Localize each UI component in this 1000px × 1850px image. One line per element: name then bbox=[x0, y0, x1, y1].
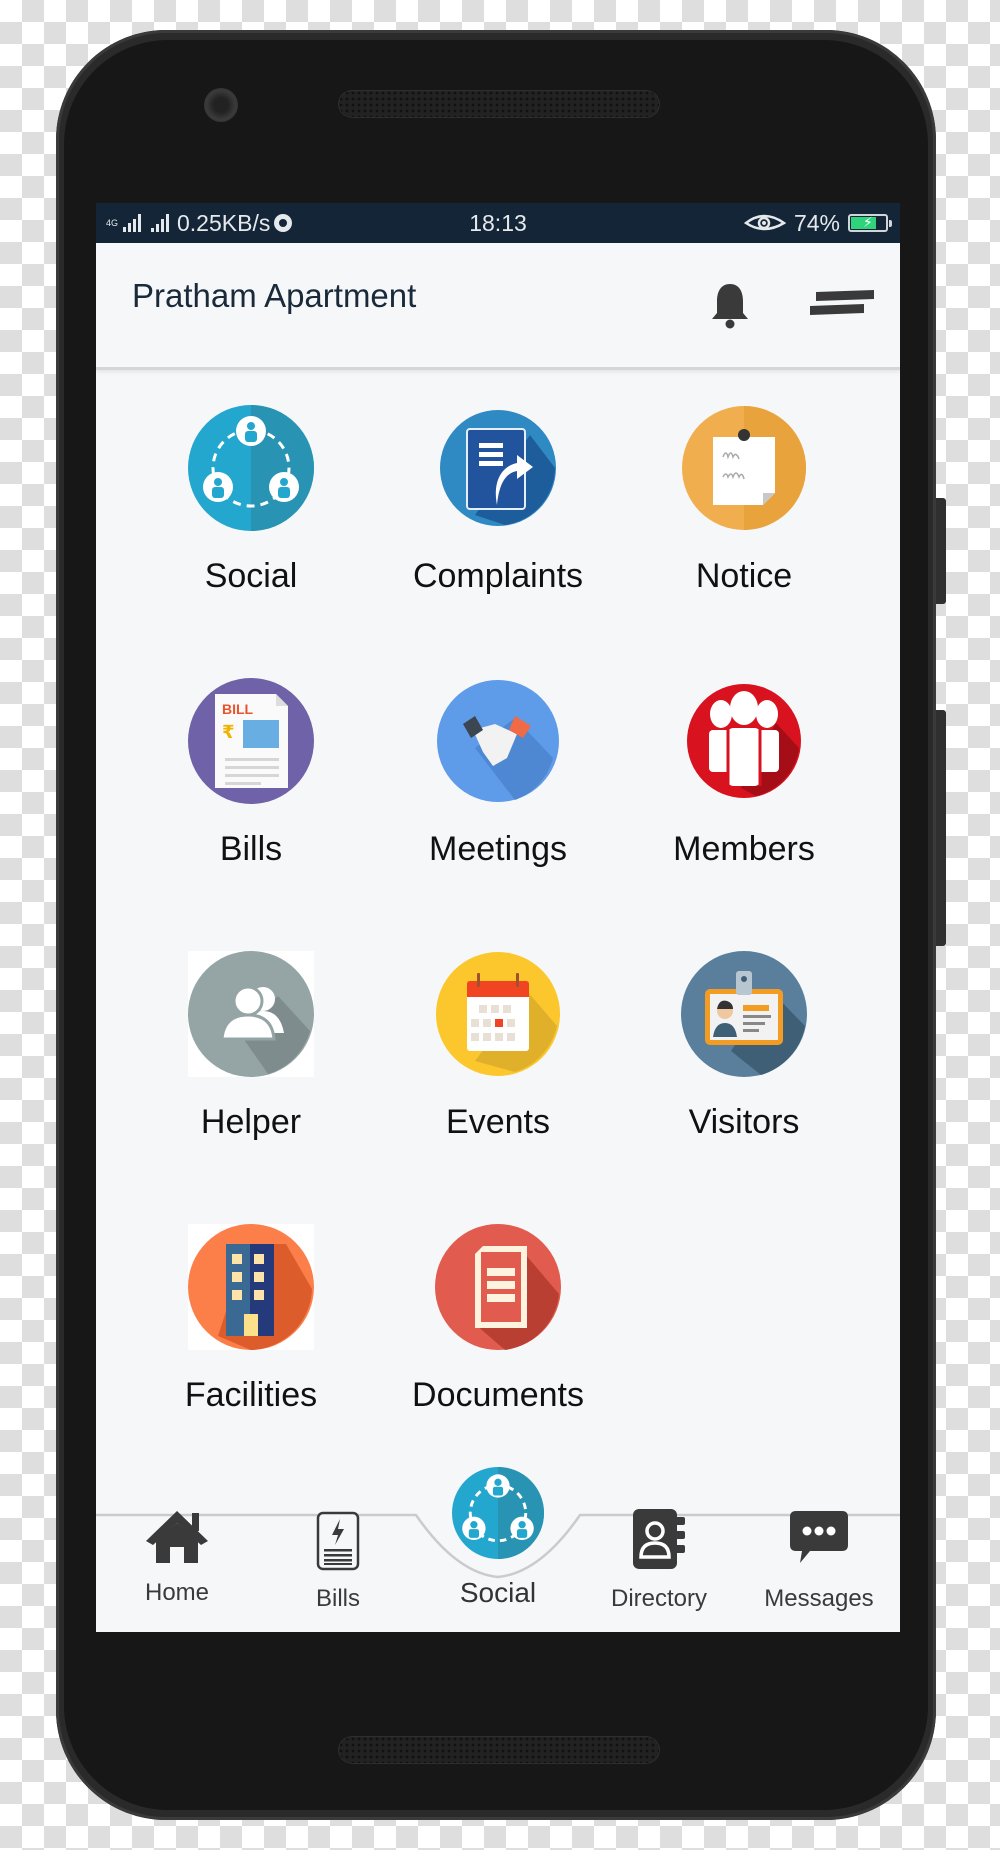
bill-phone-icon bbox=[316, 1511, 360, 1571]
tile-label: Facilities bbox=[184, 1376, 318, 1414]
tile-helper[interactable]: Helper bbox=[131, 919, 371, 1149]
tile-label: Social bbox=[204, 557, 298, 595]
nav-bills[interactable]: Bills bbox=[263, 1493, 413, 1632]
clock: 18:13 bbox=[469, 209, 527, 236]
documents-icon bbox=[435, 1224, 561, 1350]
battery-charging-icon: ⚡ bbox=[848, 214, 892, 232]
events-icon bbox=[436, 952, 560, 1076]
tile-label: Events bbox=[446, 1103, 550, 1141]
tile-notice[interactable]: Notice bbox=[624, 373, 864, 603]
app-header: Pratham Apartment bbox=[96, 243, 900, 370]
front-camera bbox=[204, 88, 238, 122]
tile-events[interactable]: Events bbox=[378, 919, 618, 1149]
visitors-icon bbox=[681, 951, 807, 1077]
tile-label: Meetings bbox=[429, 830, 567, 868]
nav-label: Messages bbox=[764, 1585, 874, 1612]
tile-facilities[interactable]: Facilities bbox=[131, 1192, 371, 1422]
bottom-speaker bbox=[338, 1736, 660, 1764]
tile-visitors[interactable]: Visitors bbox=[624, 919, 864, 1149]
power-button bbox=[936, 498, 946, 604]
tile-bills[interactable]: BILL ₹ Bills bbox=[131, 646, 371, 876]
messages-icon bbox=[790, 1511, 848, 1563]
meetings-icon bbox=[437, 680, 559, 802]
menu-icon[interactable] bbox=[810, 289, 874, 319]
nav-label: Social bbox=[459, 1577, 537, 1608]
tile-label: Visitors bbox=[688, 1103, 800, 1141]
tile-label: Helper bbox=[200, 1103, 302, 1141]
screen: 4G 0.25KB/s 18:13 74% ⚡ Pratham Apartmen… bbox=[96, 203, 900, 1632]
earpiece-speaker bbox=[338, 90, 660, 118]
tile-social[interactable]: Social bbox=[131, 373, 371, 603]
tile-complaints[interactable]: Complaints bbox=[378, 373, 618, 603]
tile-meetings[interactable]: Meetings bbox=[378, 646, 618, 876]
tile-label: Members bbox=[673, 830, 815, 868]
helper-icon bbox=[188, 951, 314, 1077]
complaints-icon bbox=[440, 410, 556, 526]
tile-label: Notice bbox=[695, 557, 793, 595]
nav-label: Directory bbox=[610, 1585, 707, 1612]
eye-icon bbox=[743, 214, 786, 231]
members-icon bbox=[687, 684, 801, 798]
tile-documents[interactable]: Documents bbox=[378, 1192, 618, 1422]
social-fab-icon[interactable] bbox=[452, 1467, 544, 1559]
nav-home[interactable]: Home bbox=[102, 1493, 252, 1632]
bell-icon[interactable] bbox=[708, 281, 752, 329]
svg-text:BILL: BILL bbox=[222, 701, 254, 717]
social-icon bbox=[188, 405, 314, 531]
battery-percent: 74% bbox=[793, 209, 840, 236]
directory-icon bbox=[633, 1509, 685, 1569]
volume-button bbox=[936, 710, 946, 946]
bills-icon: BILL ₹ bbox=[188, 678, 314, 804]
nav-messages[interactable]: Messages bbox=[744, 1493, 894, 1632]
svg-text:₹: ₹ bbox=[222, 722, 235, 743]
nav-label: Bills bbox=[315, 1585, 360, 1612]
notice-icon bbox=[682, 406, 806, 530]
tile-label: Complaints bbox=[412, 557, 584, 595]
page-title: Pratham Apartment bbox=[132, 277, 417, 314]
nav-directory[interactable]: Directory bbox=[584, 1493, 734, 1632]
tile-label: Documents bbox=[412, 1376, 584, 1414]
home-icon bbox=[146, 1511, 208, 1563]
facilities-icon bbox=[188, 1224, 314, 1350]
tile-members[interactable]: Members bbox=[624, 646, 864, 876]
tile-label: Bills bbox=[219, 830, 283, 868]
nav-label: Home bbox=[144, 1579, 210, 1606]
status-bar: 4G 0.25KB/s 18:13 74% ⚡ bbox=[96, 203, 900, 243]
